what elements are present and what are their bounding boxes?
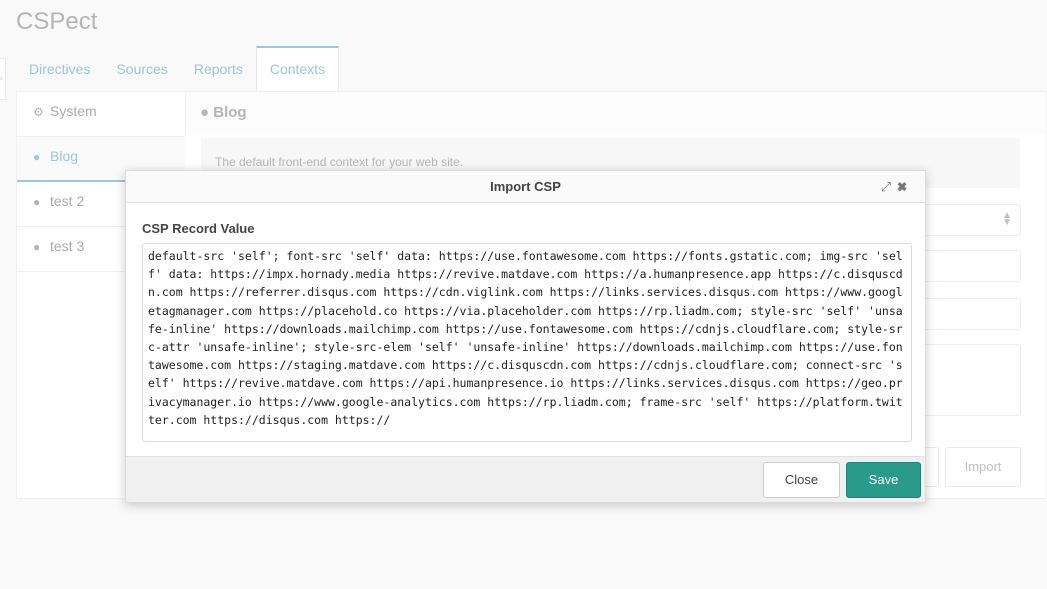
modal-title: Import CSP xyxy=(490,179,561,194)
close-icon[interactable]: ✖ xyxy=(897,179,913,194)
csp-record-label: CSP Record Value xyxy=(142,221,255,236)
import-csp-modal: Import CSP ⤢✖ CSP Record Value default-s… xyxy=(125,170,926,503)
modal-window-controls: ⤢✖ xyxy=(881,179,913,195)
expand-icon[interactable]: ⤢ xyxy=(881,179,897,194)
csp-record-textarea[interactable]: default-src 'self'; font-src 'self' data… xyxy=(142,243,912,442)
close-button[interactable]: Close xyxy=(763,462,840,498)
modal-footer: Close Save xyxy=(126,456,925,502)
save-button[interactable]: Save xyxy=(846,462,921,498)
modal-header: Import CSP ⤢✖ xyxy=(126,171,925,203)
